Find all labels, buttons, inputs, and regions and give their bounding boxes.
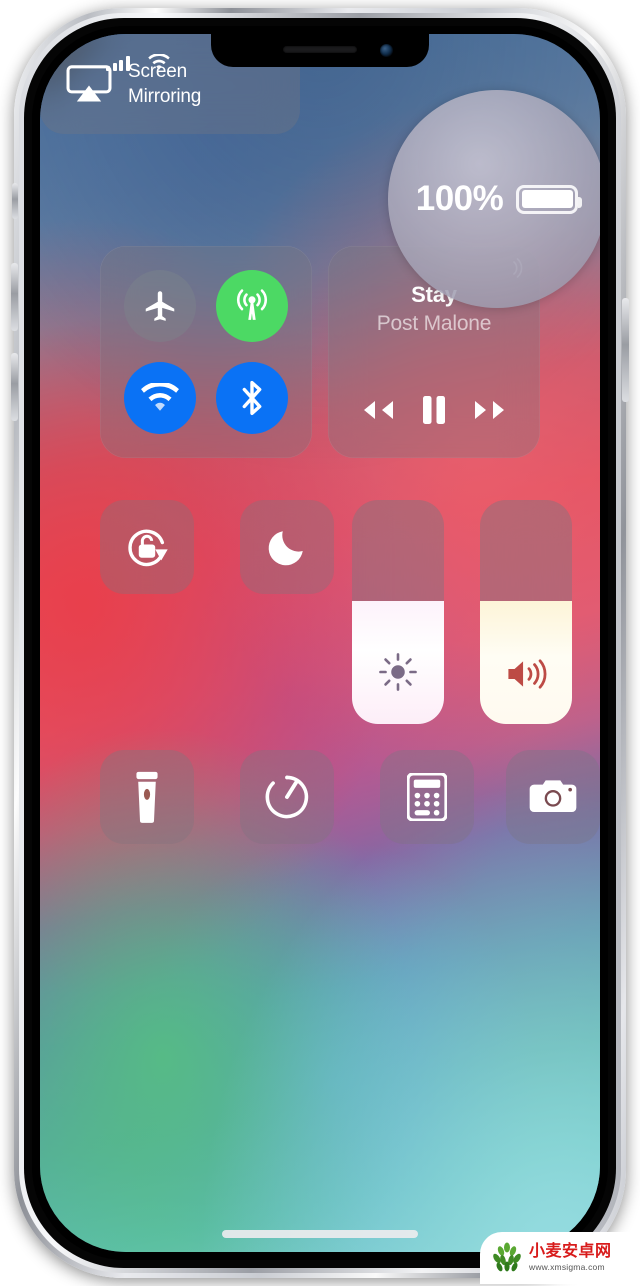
bluetooth-icon xyxy=(242,380,262,416)
flashlight-button[interactable] xyxy=(100,750,194,844)
airplane-icon xyxy=(145,291,175,321)
wifi-icon xyxy=(148,53,170,71)
rewind-icon xyxy=(364,401,393,419)
battery-magnifier-bubble: 100% xyxy=(388,90,600,308)
music-artist: Post Malone xyxy=(376,312,492,335)
site-watermark: 小麦安卓网 www.xmsigma.com xyxy=(480,1232,636,1284)
wifi-toggle[interactable] xyxy=(124,362,196,434)
brightness-slider[interactable] xyxy=(352,500,444,724)
brightness-slider-icon-wrap xyxy=(352,652,444,692)
notch xyxy=(211,34,429,67)
flashlight-icon xyxy=(136,771,158,823)
cellular-signal-icon xyxy=(106,56,130,71)
camera-button[interactable] xyxy=(506,750,600,844)
music-controls xyxy=(328,394,540,426)
airplane-mode-toggle[interactable] xyxy=(124,270,196,342)
battery-percent-label: 100% xyxy=(415,179,504,218)
timer-icon xyxy=(265,775,309,819)
volume-slider-icon-wrap xyxy=(480,656,572,692)
watermark-url: www.xmsigma.com xyxy=(529,1262,605,1273)
watermark-text: 小麦安卓网 www.xmsigma.com xyxy=(529,1244,612,1272)
sun-icon xyxy=(379,653,417,691)
fast-forward-icon xyxy=(475,401,504,419)
fast-forward-button[interactable] xyxy=(472,397,512,423)
do-not-disturb-toggle[interactable] xyxy=(240,500,334,594)
calculator-icon xyxy=(407,773,447,821)
volume-up-button[interactable] xyxy=(11,263,18,331)
speaker-wave-icon xyxy=(508,659,547,689)
wheat-logo xyxy=(493,1242,521,1272)
cellular-tower-icon xyxy=(237,289,267,320)
mute-switch[interactable] xyxy=(12,183,18,219)
volume-slider[interactable] xyxy=(480,500,572,724)
rotation-lock-toggle[interactable] xyxy=(100,500,194,594)
cellular-data-toggle[interactable] xyxy=(216,270,288,342)
earpiece-speaker xyxy=(283,46,357,53)
phone-screen: 100% Stay Post Malone Screen Mirroring xyxy=(40,34,600,1252)
battery-full-icon xyxy=(516,184,583,214)
bluetooth-toggle[interactable] xyxy=(216,362,288,434)
home-indicator[interactable] xyxy=(222,1230,418,1238)
iphone-device: 100% Stay Post Malone Screen Mirroring xyxy=(11,8,629,1278)
wifi-icon xyxy=(141,383,179,411)
pause-button[interactable] xyxy=(420,394,448,426)
rewind-button[interactable] xyxy=(356,397,396,423)
timer-button[interactable] xyxy=(240,750,334,844)
front-camera xyxy=(380,44,393,57)
watermark-cn-text: 小麦安卓网 xyxy=(529,1243,612,1261)
power-button[interactable] xyxy=(622,298,629,402)
connectivity-module xyxy=(100,246,312,458)
calculator-button[interactable] xyxy=(380,750,474,844)
moon-icon xyxy=(268,531,303,566)
pause-icon xyxy=(423,396,445,424)
volume-down-button[interactable] xyxy=(11,353,18,421)
camera-icon xyxy=(529,780,577,812)
rotation-lock-icon xyxy=(128,529,168,567)
